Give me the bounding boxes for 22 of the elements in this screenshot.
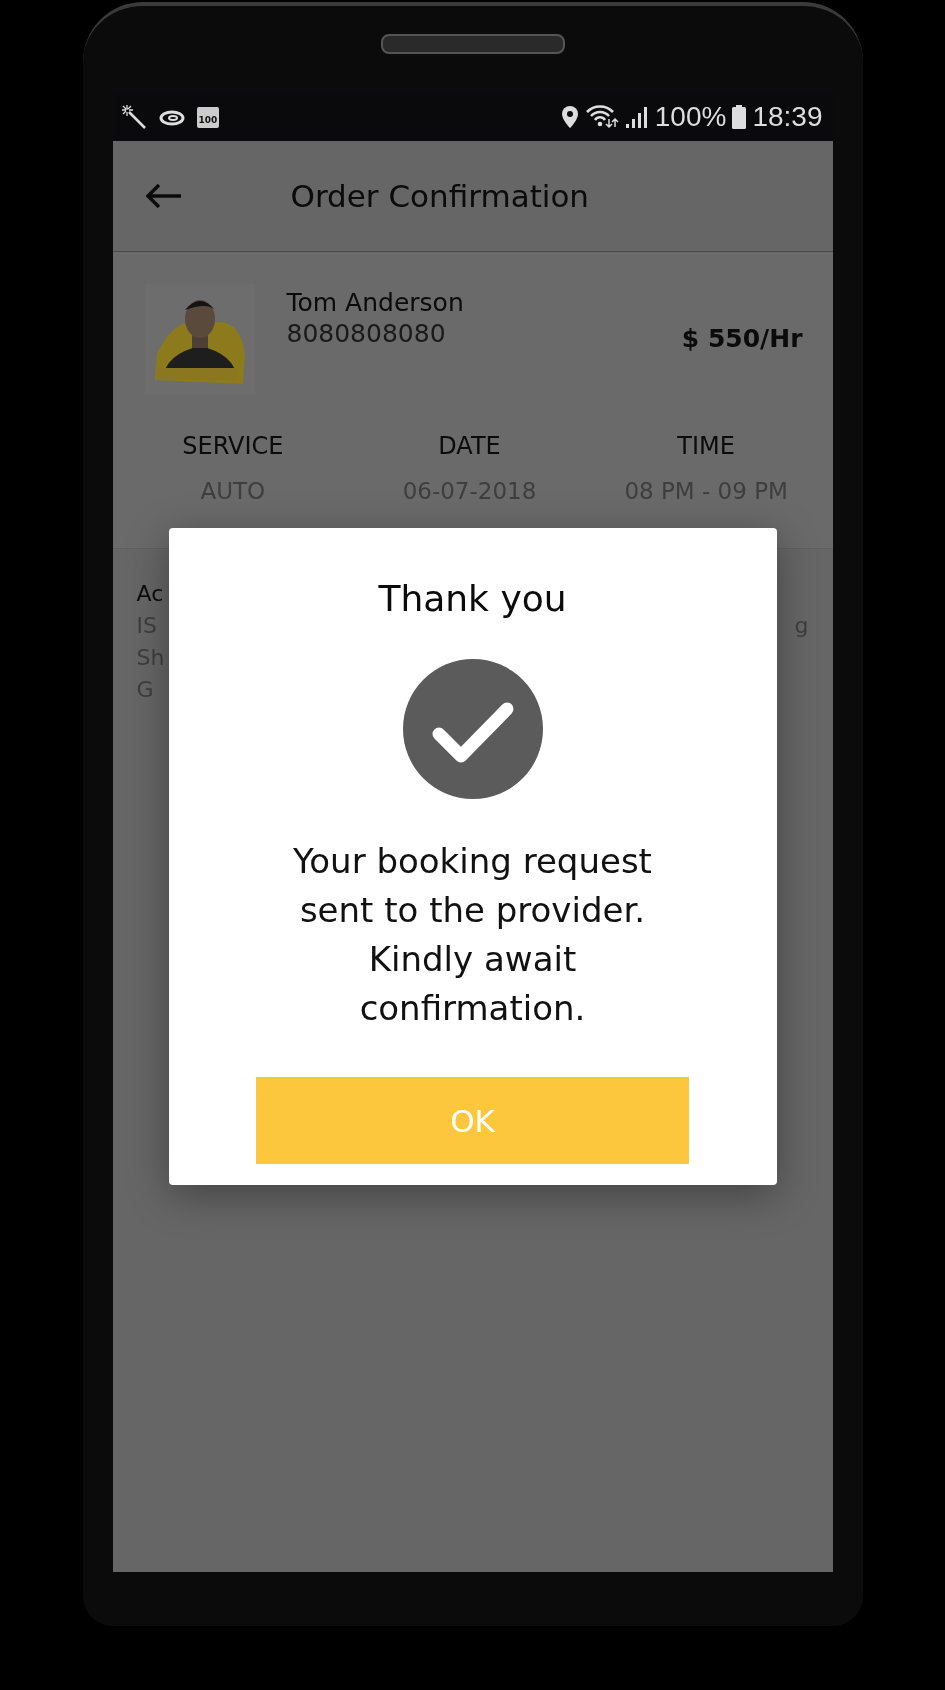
detail-label: TIME	[677, 432, 735, 460]
address-label: Ac	[136, 581, 165, 608]
provider-phone: 8080808080	[286, 319, 447, 348]
ok-button[interactable]: OK	[256, 1077, 689, 1164]
wifi-icon	[584, 104, 619, 130]
detail-label: DATE	[438, 432, 501, 460]
battery-percent: 100%	[654, 101, 727, 133]
swirl-icon	[158, 108, 185, 126]
battery-saver-badge: 100	[196, 106, 220, 128]
hourly-rate: $ 550/Hr	[681, 324, 803, 353]
detail-label: SERVICE	[182, 432, 284, 460]
dialog-title: Thank you	[378, 578, 567, 619]
clock-time: 18:39	[752, 101, 823, 133]
battery-icon	[732, 105, 747, 129]
magic-wand-icon	[120, 104, 147, 130]
provider-name: Tom Anderson	[286, 288, 465, 317]
page-title: Order Confirmation	[290, 178, 589, 214]
back-arrow-icon[interactable]	[144, 183, 183, 209]
location-pin-icon	[560, 105, 579, 129]
signal-icon	[624, 105, 649, 129]
checkmark-icon	[402, 659, 543, 799]
dialog-message: Your booking request sent to the provider. Kindly await confirmation.	[292, 840, 653, 1030]
